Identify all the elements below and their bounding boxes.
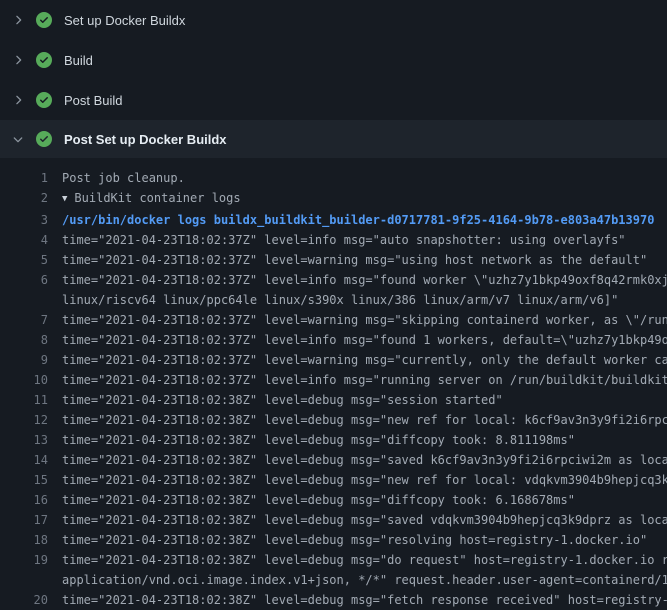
line-number[interactable]: 6 xyxy=(0,270,48,290)
line-text: time="2021-04-23T18:02:38Z" level=debug … xyxy=(48,590,667,610)
line-text: time="2021-04-23T18:02:37Z" level=warnin… xyxy=(48,350,667,370)
line-text: time="2021-04-23T18:02:38Z" level=debug … xyxy=(48,410,667,430)
line-text: time="2021-04-23T18:02:38Z" level=debug … xyxy=(48,490,667,510)
triangle-down-icon: ▼ xyxy=(62,189,67,209)
log-line: 12time="2021-04-23T18:02:38Z" level=debu… xyxy=(0,410,667,430)
line-text: time="2021-04-23T18:02:38Z" level=debug … xyxy=(48,390,667,410)
step-label: Set up Docker Buildx xyxy=(64,13,185,28)
chevron-right-icon xyxy=(10,92,26,108)
step-header-set-up-docker-buildx[interactable]: Set up Docker Buildx xyxy=(0,0,667,40)
step-label: Build xyxy=(64,53,93,68)
chevron-right-icon xyxy=(10,12,26,28)
line-number[interactable]: 19 xyxy=(0,550,48,570)
log-lines: 1Post job cleanup.2▼BuildKit container l… xyxy=(0,158,667,610)
line-number[interactable]: 1 xyxy=(0,168,48,188)
log-line: 8time="2021-04-23T18:02:37Z" level=info … xyxy=(0,330,667,350)
log-line-continuation: linux/riscv64 linux/ppc64le linux/s390x … xyxy=(0,290,667,310)
line-text: time="2021-04-23T18:02:37Z" level=warnin… xyxy=(48,310,667,330)
line-text: time="2021-04-23T18:02:38Z" level=debug … xyxy=(48,550,667,570)
line-text: time="2021-04-23T18:02:38Z" level=debug … xyxy=(48,450,667,470)
log-line: 10time="2021-04-23T18:02:37Z" level=info… xyxy=(0,370,667,390)
step-header-build[interactable]: Build xyxy=(0,40,667,80)
line-text: time="2021-04-23T18:02:37Z" level=info m… xyxy=(48,270,667,290)
log-line: 1Post job cleanup. xyxy=(0,168,667,188)
log-line: 5time="2021-04-23T18:02:37Z" level=warni… xyxy=(0,250,667,270)
line-text: ▼BuildKit container logs xyxy=(48,188,667,210)
log-line: 4time="2021-04-23T18:02:37Z" level=info … xyxy=(0,230,667,250)
log-group-header[interactable]: 2▼BuildKit container logs xyxy=(0,188,667,210)
check-circle-icon xyxy=(36,92,52,108)
line-text: /usr/bin/docker logs buildx_buildkit_bui… xyxy=(48,210,667,230)
line-number[interactable]: 3 xyxy=(0,210,48,230)
line-text: time="2021-04-23T18:02:37Z" level=info m… xyxy=(48,370,667,390)
line-number[interactable]: 18 xyxy=(0,530,48,550)
line-number[interactable]: 20 xyxy=(0,590,48,610)
line-text: time="2021-04-23T18:02:37Z" level=warnin… xyxy=(48,250,667,270)
log-line: 18time="2021-04-23T18:02:38Z" level=debu… xyxy=(0,530,667,550)
chevron-down-icon xyxy=(10,131,26,147)
line-text: time="2021-04-23T18:02:38Z" level=debug … xyxy=(48,530,667,550)
line-number xyxy=(0,290,48,310)
line-number[interactable]: 9 xyxy=(0,350,48,370)
log-line: 11time="2021-04-23T18:02:38Z" level=debu… xyxy=(0,390,667,410)
line-text: time="2021-04-23T18:02:37Z" level=info m… xyxy=(48,330,667,350)
line-number[interactable]: 8 xyxy=(0,330,48,350)
log-line: 9time="2021-04-23T18:02:37Z" level=warni… xyxy=(0,350,667,370)
line-text: application/vnd.oci.image.index.v1+json,… xyxy=(48,570,667,590)
log-line: 17time="2021-04-23T18:02:38Z" level=debu… xyxy=(0,510,667,530)
log-line-continuation: application/vnd.oci.image.index.v1+json,… xyxy=(0,570,667,590)
line-text: Post job cleanup. xyxy=(48,168,667,188)
line-number[interactable]: 5 xyxy=(0,250,48,270)
line-number[interactable]: 10 xyxy=(0,370,48,390)
line-number[interactable]: 11 xyxy=(0,390,48,410)
line-text: time="2021-04-23T18:02:37Z" level=info m… xyxy=(48,230,667,250)
log-line: 16time="2021-04-23T18:02:38Z" level=debu… xyxy=(0,490,667,510)
log-line: 14time="2021-04-23T18:02:38Z" level=debu… xyxy=(0,450,667,470)
line-text: time="2021-04-23T18:02:38Z" level=debug … xyxy=(48,470,667,490)
log-line: 19time="2021-04-23T18:02:38Z" level=debu… xyxy=(0,550,667,570)
line-text: linux/riscv64 linux/ppc64le linux/s390x … xyxy=(48,290,667,310)
log-line: 6time="2021-04-23T18:02:37Z" level=info … xyxy=(0,270,667,290)
step-label: Post Build xyxy=(64,93,123,108)
line-number[interactable]: 7 xyxy=(0,310,48,330)
line-number[interactable]: 17 xyxy=(0,510,48,530)
check-circle-icon xyxy=(36,12,52,28)
line-number xyxy=(0,570,48,590)
check-circle-icon xyxy=(36,52,52,68)
steps-list: Set up Docker Buildx Build Post Build Post … xyxy=(0,0,667,158)
log-line: 20time="2021-04-23T18:02:38Z" level=debu… xyxy=(0,590,667,610)
step-header-post-build[interactable]: Post Build xyxy=(0,80,667,120)
line-text: time="2021-04-23T18:02:38Z" level=debug … xyxy=(48,510,667,530)
log-command-line: 3/usr/bin/docker logs buildx_buildkit_bu… xyxy=(0,210,667,230)
workflow-log-viewer: Set up Docker Buildx Build Post Build Post … xyxy=(0,0,667,600)
step-header-post-set-up-docker-buildx[interactable]: Post Set up Docker Buildx xyxy=(0,120,667,158)
line-number[interactable]: 16 xyxy=(0,490,48,510)
line-number[interactable]: 4 xyxy=(0,230,48,250)
line-number[interactable]: 12 xyxy=(0,410,48,430)
line-text: time="2021-04-23T18:02:38Z" level=debug … xyxy=(48,430,667,450)
line-number[interactable]: 14 xyxy=(0,450,48,470)
log-line: 13time="2021-04-23T18:02:38Z" level=debu… xyxy=(0,430,667,450)
log-line: 15time="2021-04-23T18:02:38Z" level=debu… xyxy=(0,470,667,490)
log-line: 7time="2021-04-23T18:02:37Z" level=warni… xyxy=(0,310,667,330)
check-circle-icon xyxy=(36,131,52,147)
line-number[interactable]: 13 xyxy=(0,430,48,450)
chevron-right-icon xyxy=(10,52,26,68)
line-number[interactable]: 15 xyxy=(0,470,48,490)
step-label: Post Set up Docker Buildx xyxy=(64,132,227,147)
line-number[interactable]: 2 xyxy=(0,188,48,210)
